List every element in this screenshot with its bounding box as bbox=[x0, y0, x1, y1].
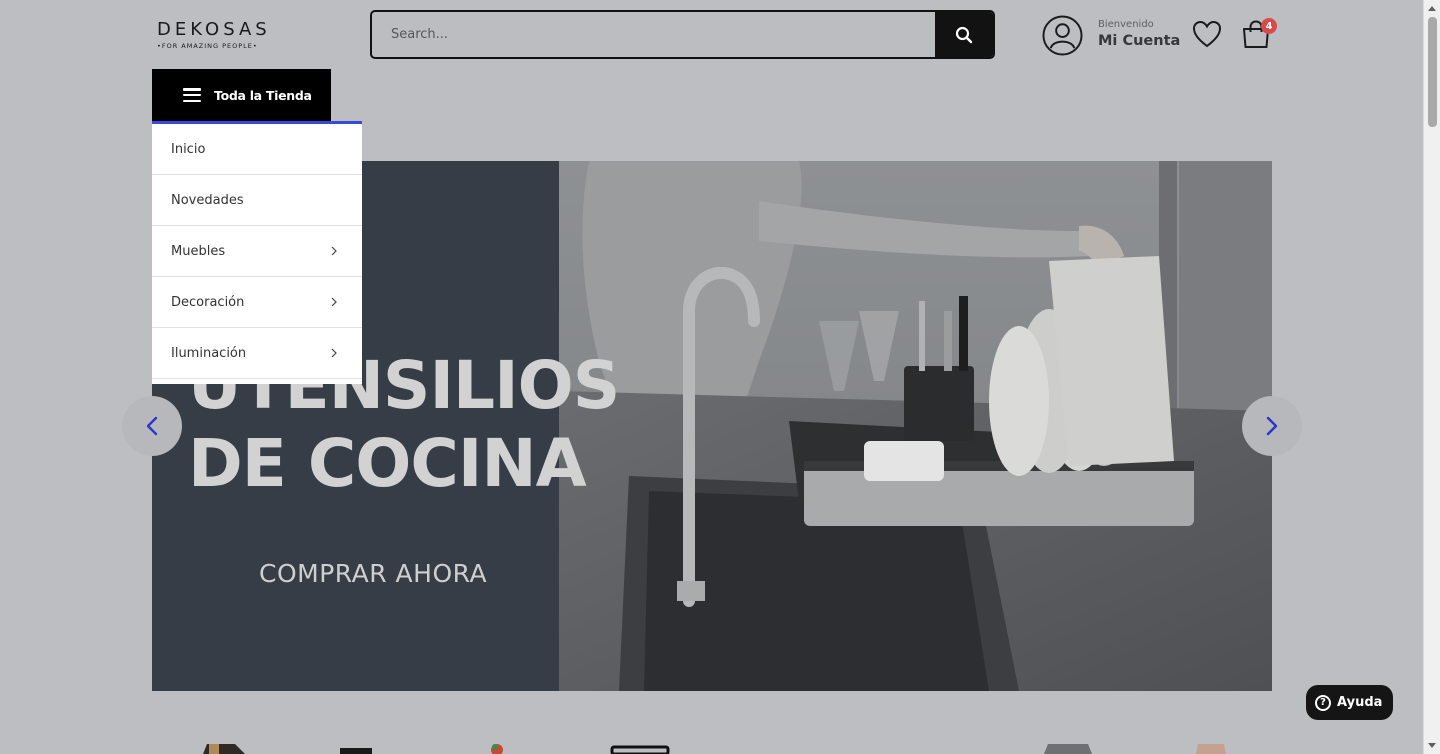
brand-name: DEKOSAS bbox=[157, 19, 271, 40]
search-button[interactable] bbox=[935, 12, 993, 57]
shop-now-link[interactable]: COMPRAR AHORA bbox=[259, 559, 487, 588]
brand-logo[interactable]: DEKOSAS •FOR AMAZING PEOPLE• bbox=[157, 19, 271, 51]
menu-item-novedades[interactable]: Novedades bbox=[152, 175, 362, 226]
account-label: Mi Cuenta bbox=[1098, 33, 1181, 49]
product-thumbnail[interactable] bbox=[1192, 742, 1230, 754]
account-link[interactable]: Bienvenido Mi Cuenta bbox=[1042, 14, 1180, 56]
search-bar bbox=[370, 10, 995, 59]
menu-item-iluminacion[interactable]: Iluminación bbox=[152, 328, 362, 379]
scroll-down-arrow-icon[interactable] bbox=[1424, 738, 1440, 754]
user-circle-icon bbox=[1042, 14, 1083, 56]
scrollbar-thumb[interactable] bbox=[1428, 17, 1437, 127]
product-thumbnail[interactable] bbox=[485, 742, 510, 754]
product-thumbnail[interactable] bbox=[1040, 742, 1095, 754]
slider-prev-button[interactable] bbox=[122, 396, 182, 456]
chevron-right-icon bbox=[331, 297, 337, 307]
product-thumbnail[interactable] bbox=[610, 742, 670, 754]
menu-item-label: Decoración bbox=[171, 294, 245, 310]
hamburger-icon bbox=[183, 88, 201, 102]
product-thumbnail[interactable] bbox=[340, 742, 372, 754]
all-store-label: Toda la Tienda bbox=[214, 87, 312, 103]
chevron-right-icon bbox=[331, 246, 337, 256]
cart-count-badge: 4 bbox=[1261, 18, 1277, 34]
menu-item-label: Inicio bbox=[171, 141, 206, 157]
hero-headline-line-2: DE COCINA bbox=[188, 425, 587, 502]
search-icon bbox=[955, 26, 973, 43]
chevron-right-icon bbox=[331, 348, 337, 358]
category-menu: Inicio Novedades Muebles Decoración Ilum… bbox=[152, 121, 362, 384]
chevron-left-icon bbox=[146, 416, 158, 436]
chevron-right-icon bbox=[1266, 416, 1278, 436]
search-input[interactable] bbox=[372, 12, 937, 57]
menu-item-label: Novedades bbox=[171, 192, 244, 208]
menu-item-label: Iluminación bbox=[171, 345, 247, 361]
help-button[interactable]: ? Ayuda bbox=[1306, 685, 1393, 720]
menu-item-label: Muebles bbox=[171, 243, 226, 259]
brand-tagline: •FOR AMAZING PEOPLE• bbox=[157, 42, 258, 50]
question-circle-icon: ? bbox=[1315, 694, 1331, 711]
all-store-button[interactable]: Toda la Tienda bbox=[152, 69, 331, 121]
scroll-up-arrow-icon[interactable] bbox=[1424, 0, 1440, 16]
menu-item-decoracion[interactable]: Decoración bbox=[152, 277, 362, 328]
page-scrollbar[interactable] bbox=[1423, 0, 1440, 754]
slider-next-button[interactable] bbox=[1242, 396, 1302, 456]
help-label: Ayuda bbox=[1337, 695, 1383, 710]
menu-item-muebles[interactable]: Muebles bbox=[152, 226, 362, 277]
menu-item-inicio[interactable]: Inicio bbox=[152, 124, 362, 175]
product-thumbnail[interactable] bbox=[195, 742, 250, 754]
heart-icon[interactable] bbox=[1192, 20, 1222, 48]
account-greeting: Bienvenido bbox=[1098, 19, 1154, 30]
